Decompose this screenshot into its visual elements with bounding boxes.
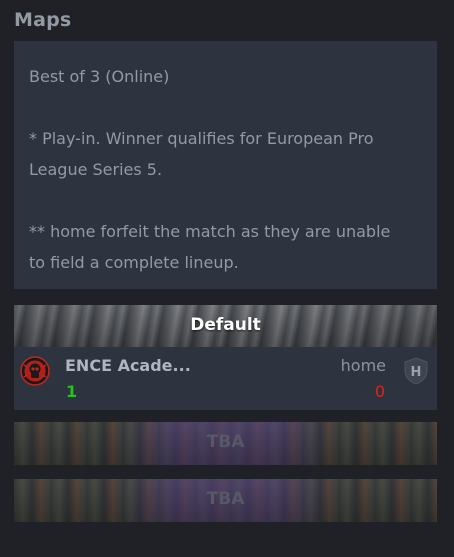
map-name: TBA — [206, 489, 245, 509]
map-card-3[interactable]: TBA — [14, 479, 437, 522]
map-card-1[interactable]: Default ENCE Acade... 1 home 0 H — [14, 305, 437, 410]
ence-logo-icon[interactable] — [20, 356, 50, 386]
match-note-line: ** home forfeit the match as they are un… — [29, 222, 391, 241]
map-name: Default — [190, 315, 261, 335]
section-title: Maps — [14, 9, 72, 31]
map-banner: Default — [14, 305, 437, 347]
match-info-box: Best of 3 (Online) * Play-in. Winner qua… — [14, 41, 437, 289]
h-shield-icon[interactable]: H — [403, 357, 429, 385]
maps-page: Maps Best of 3 (Online) * Play-in. Winne… — [0, 0, 454, 557]
svg-text:H: H — [411, 365, 422, 380]
match-note-line: League Series 5. — [29, 160, 163, 179]
map-result-row: ENCE Acade... 1 home 0 H — [14, 347, 437, 410]
team2-score: 0 — [374, 382, 385, 401]
match-note-line: * Play-in. Winner qualifies for European… — [29, 129, 374, 148]
team2-name[interactable]: home — [341, 356, 386, 375]
match-format-text: Best of 3 (Online) — [29, 67, 170, 86]
team1-score: 1 — [66, 382, 78, 401]
map-card-2[interactable]: TBA — [14, 422, 437, 465]
team1-name[interactable]: ENCE Acade... — [65, 356, 191, 375]
map-name: TBA — [206, 432, 245, 452]
match-note-line: to field a complete lineup. — [29, 253, 239, 272]
